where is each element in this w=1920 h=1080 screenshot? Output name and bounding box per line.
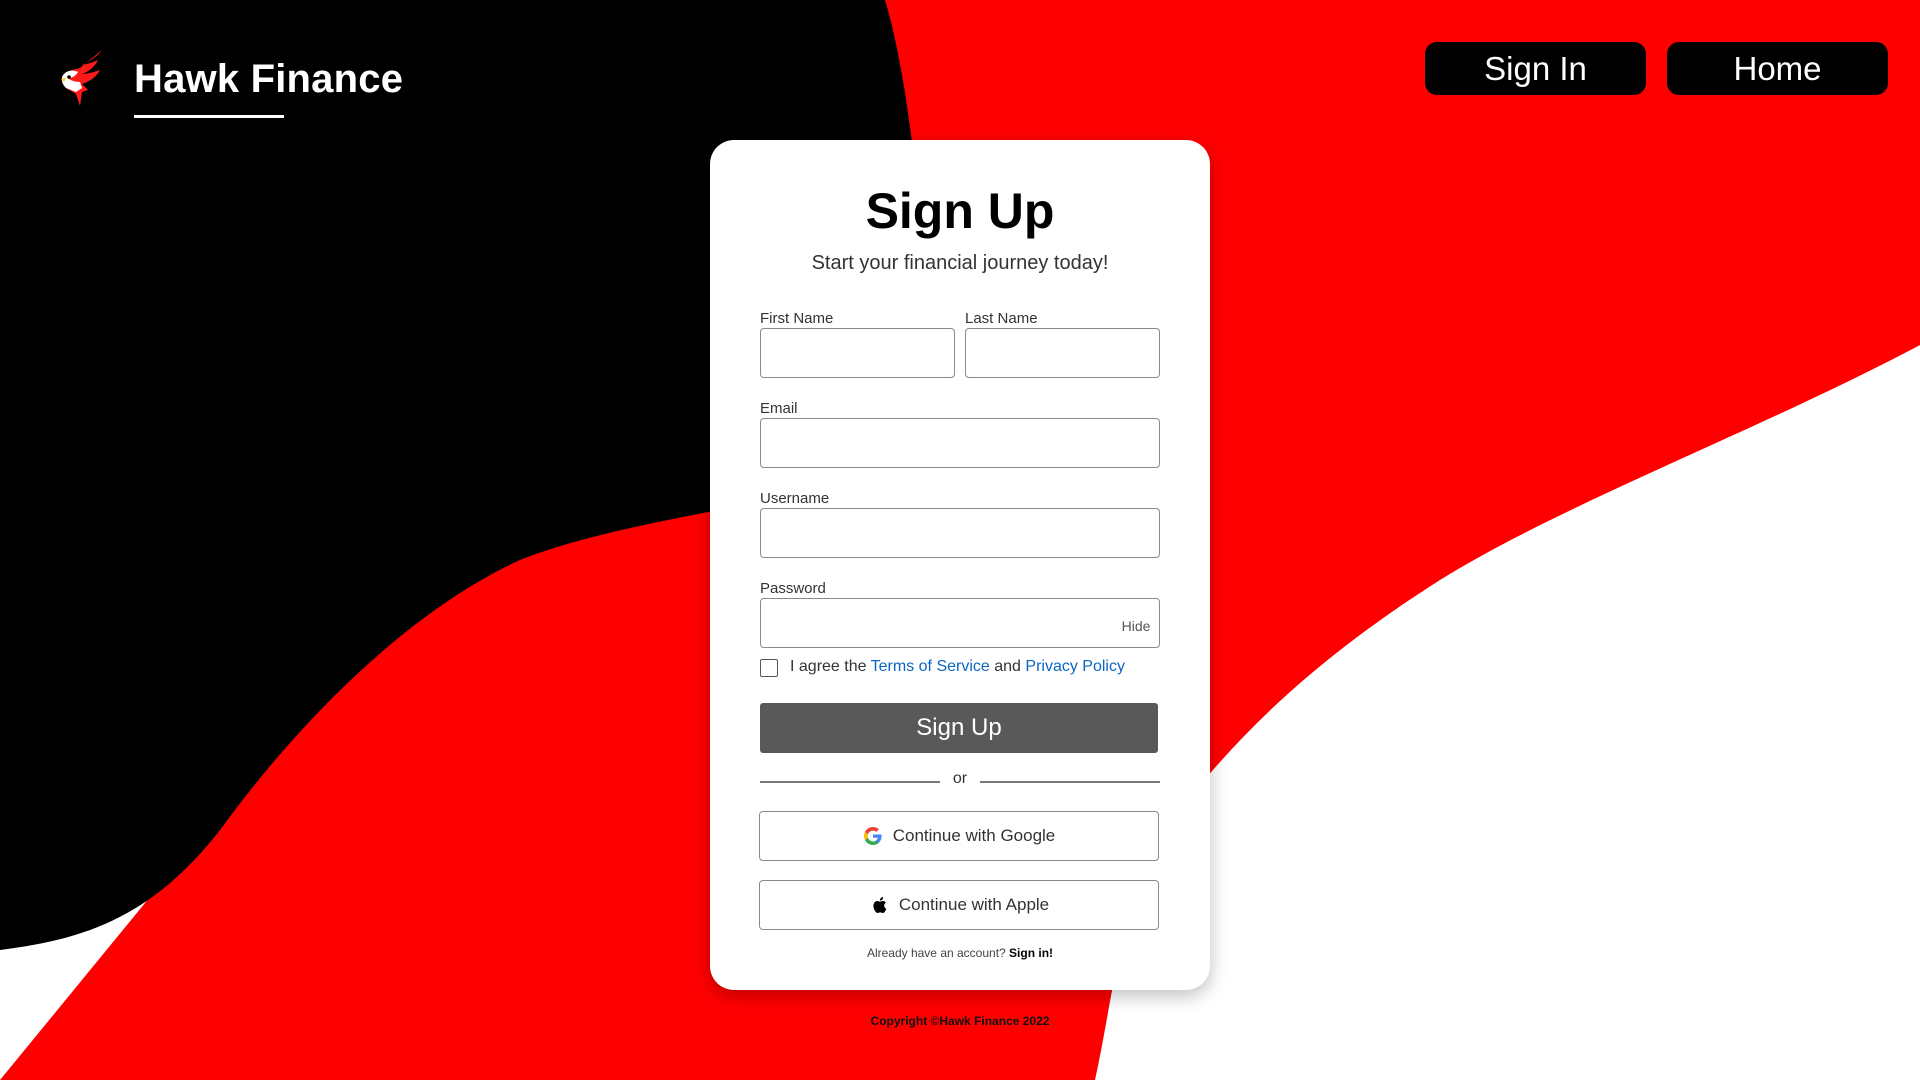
password-label: Password <box>760 580 826 597</box>
apple-icon <box>873 897 887 913</box>
apple-button-label: Continue with Apple <box>898 895 1050 914</box>
brand-name-text: Hawk Finance <box>134 57 404 101</box>
password-input[interactable] <box>760 598 1160 648</box>
signup-card: Sign Up Start your financial journey tod… <box>710 140 1210 990</box>
password-hide-toggle[interactable]: Hide <box>1111 614 1161 638</box>
email-input[interactable] <box>760 418 1160 468</box>
continue-with-apple-button[interactable]: Continue with Apple <box>759 880 1159 930</box>
copyright-text: Copyright ©Hawk Finance 2022 <box>870 1014 1050 1028</box>
last-name-label: Last Name <box>965 310 1038 327</box>
google-button-label: Continue with Google <box>892 826 1056 845</box>
last-name-input[interactable] <box>965 328 1160 378</box>
terms-of-service-link[interactable]: Terms of Service <box>871 658 990 675</box>
first-name-input[interactable] <box>760 328 955 378</box>
hawk-icon <box>61 50 102 106</box>
google-icon <box>863 827 882 845</box>
sign-up-button[interactable]: Sign Up <box>760 703 1158 753</box>
username-label: Username <box>760 490 830 507</box>
first-name-label: First Name <box>760 310 834 327</box>
already-text: Already have an account? <box>866 946 1006 960</box>
sign-in-link[interactable]: Sign in! <box>1009 946 1053 960</box>
nav-sign-in-button[interactable]: Sign In <box>1425 42 1646 95</box>
divider-right <box>980 781 1160 783</box>
email-label: Email <box>760 400 798 417</box>
continue-with-google-button[interactable]: Continue with Google <box>759 811 1159 861</box>
divider-left <box>760 781 940 783</box>
agree-conjunction: and <box>994 658 1021 675</box>
terms-checkbox[interactable] <box>760 659 778 677</box>
signup-title: Sign Up <box>865 183 1055 239</box>
privacy-policy-link[interactable]: Privacy Policy <box>1025 658 1125 675</box>
brand-name: Hawk Finance <box>134 57 404 118</box>
agree-prefix: I agree the <box>790 658 867 675</box>
terms-agreement: I agree the Terms of Service and Privacy… <box>790 658 1125 676</box>
nav-home-button[interactable]: Home <box>1667 42 1888 95</box>
brand-underline <box>134 115 284 118</box>
already-have-account: Already have an account? Sign in! <box>710 946 1210 960</box>
username-input[interactable] <box>760 508 1160 558</box>
divider-or-text: or <box>952 770 968 787</box>
brand[interactable]: Hawk Finance <box>58 48 404 118</box>
signup-subtitle: Start your financial journey today! <box>811 252 1109 274</box>
